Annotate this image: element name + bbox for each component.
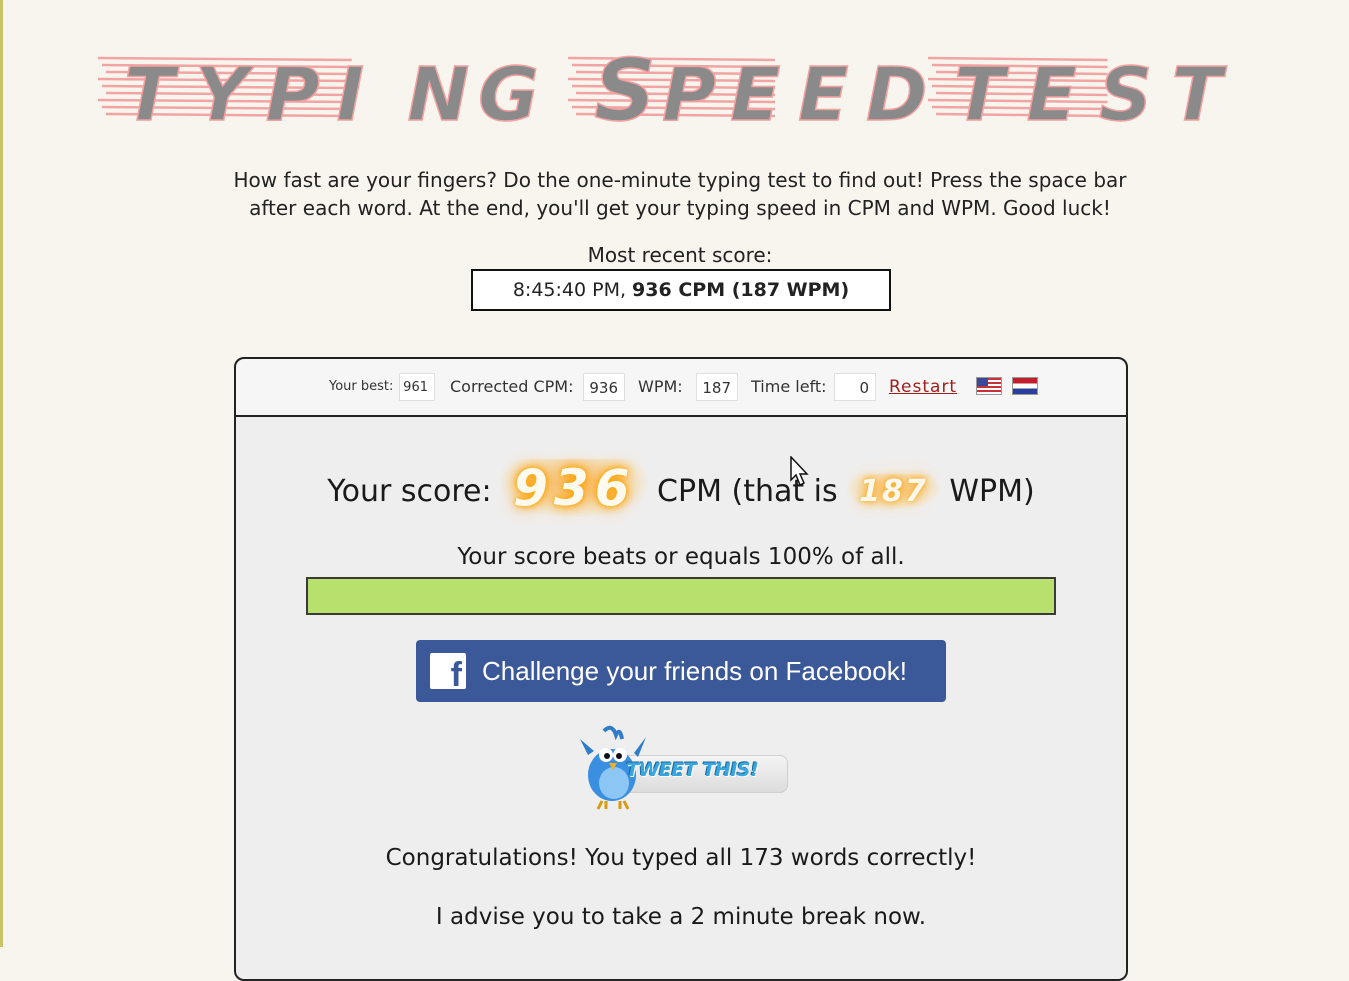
title-letter: S (1099, 52, 1152, 135)
title-letter: T (124, 52, 180, 135)
title-graphic: TYPINGSPEEDTEST (98, 40, 1228, 135)
score-line: Your score: 936 CPM (that is 187 WPM) (236, 459, 1126, 519)
title-letter: E (730, 52, 781, 135)
facebook-challenge-label: Challenge your friends on Facebook! (482, 656, 907, 686)
recent-score-time: 8:45:40 PM, (512, 279, 633, 301)
percentile-text: Your score beats or equals 100% of all. (457, 544, 905, 570)
title-letter: S (594, 41, 656, 135)
percentile-bar (306, 577, 1056, 615)
title-letter: P (662, 52, 716, 135)
left-accent-stripe (0, 0, 3, 947)
tweet-this-label: TWEET THIS! (626, 759, 759, 781)
nl-flag-icon[interactable] (1012, 377, 1038, 395)
title-letter: T (954, 52, 1010, 135)
title-letter: T (1172, 52, 1228, 135)
facebook-challenge-button[interactable]: f Challenge your friends on Facebook! (416, 640, 946, 702)
title-letter: E (798, 52, 849, 135)
us-flag-icon[interactable] (976, 377, 1002, 395)
percentile-bar-fill (308, 579, 1054, 613)
stats-toolbar: Your best: 961 Corrected CPM: 936 WPM: 1… (236, 359, 1126, 417)
wpm-label: WPM: (638, 377, 683, 396)
test-panel: Your best: 961 Corrected CPM: 936 WPM: 1… (234, 357, 1128, 981)
cpm-value: 936 (583, 373, 625, 401)
recent-score-label: Most recent score: (587, 243, 773, 267)
title-letter: N (407, 52, 469, 135)
title-letter: E (1027, 52, 1078, 135)
wpm-value: 187 (696, 373, 738, 401)
facebook-icon: f (430, 653, 466, 694)
score-wpm-value: 187 (847, 474, 940, 509)
intro-text: How fast are your fingers? Do the one-mi… (233, 168, 1127, 220)
recent-score-value: 936 CPM (187 WPM) (632, 279, 850, 301)
time-left-value: 0 (834, 373, 876, 401)
best-label: Your best: (329, 379, 394, 394)
time-left-label: Time left: (751, 377, 827, 396)
best-value: 961 (399, 373, 435, 401)
score-cpm-value: 936 (501, 459, 648, 517)
score-prefix: Your score: (327, 474, 492, 509)
title-letter: I (337, 52, 365, 135)
score-suffix: WPM) (949, 474, 1035, 509)
break-advice-message: I advise you to take a 2 minute break no… (435, 904, 927, 930)
mouse-cursor-icon (790, 456, 809, 487)
title-letter: G (478, 52, 539, 135)
cpm-label: Corrected CPM: (450, 377, 574, 396)
tweet-this-button[interactable]: TWEET THIS! (576, 725, 788, 811)
title-letter: D (866, 52, 927, 135)
page-title-banner: TYPINGSPEEDTEST (98, 40, 1248, 135)
recent-score-box: 8:45:40 PM, 936 CPM (187 WPM) (471, 269, 891, 311)
title-letter: P (266, 52, 320, 135)
title-letter: Y (195, 52, 255, 135)
congrats-message: Congratulations! You typed all 173 words… (385, 845, 977, 871)
restart-link[interactable]: Restart (889, 359, 957, 415)
